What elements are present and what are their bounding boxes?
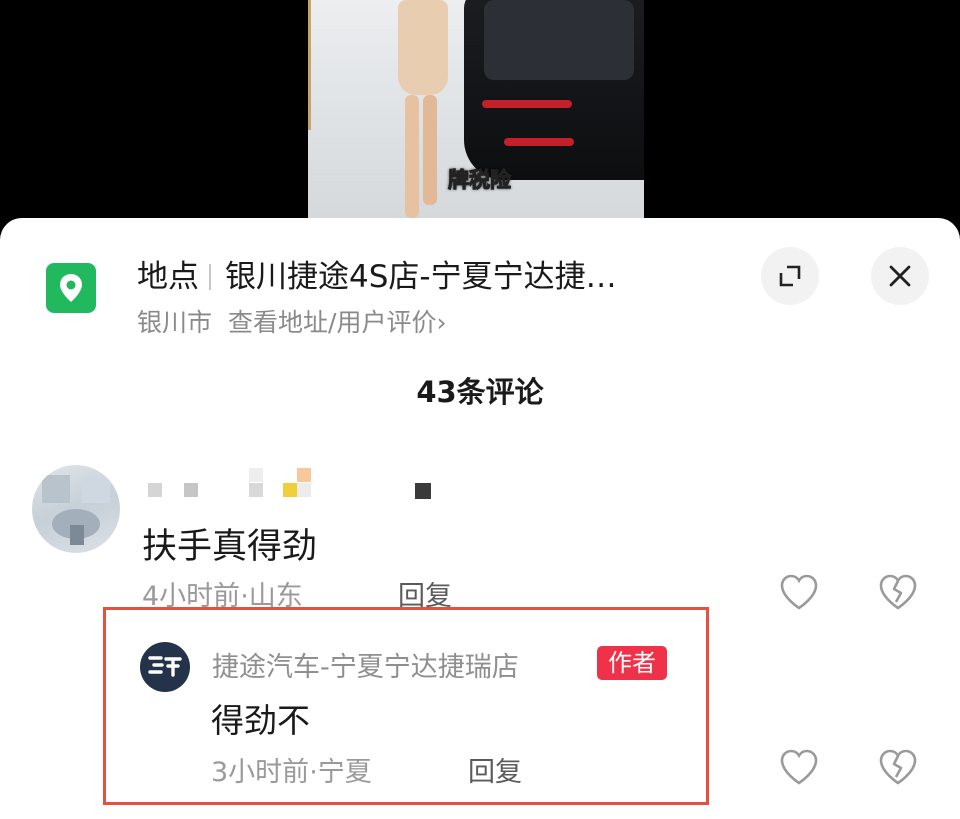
comment-text: 扶手真得劲 [142,527,318,567]
brand-avatar[interactable] [140,642,190,692]
video-caption: 牌税险 [448,168,512,193]
broken-heart-icon[interactable] [877,572,919,612]
reply-meta: 3小时前·宁夏 [211,750,372,789]
expand-button[interactable] [761,247,819,305]
location-title[interactable]: 地点 银川捷途4S店-宁夏宁达捷… [137,251,727,296]
location-label: 地点 [137,259,199,295]
heart-icon[interactable] [778,747,820,787]
comment-count: 43条评论 [416,375,544,409]
author-badge: 作者 [597,646,667,680]
brand-logo-icon [148,656,182,677]
location-subtitle[interactable]: 银川市 查看地址/用户评价› [137,303,446,339]
video-stand [308,0,359,130]
meta-separator: · [309,757,318,788]
video-frame[interactable]: 牌税险 [308,0,644,218]
broken-heart-icon[interactable] [877,747,919,787]
reply-button[interactable]: 回复 [468,750,522,789]
location-divider [209,264,211,290]
close-icon [889,265,911,287]
video-player[interactable]: 牌税险 [0,0,960,240]
location-name[interactable]: 银川捷途4S店-宁夏宁达捷… [225,259,617,295]
comment-sheet: 地点 银川捷途4S店-宁夏宁达捷… 银川市 查看地址/用户评价› 43条评论 扶手真… [0,218,960,819]
username-pixelated[interactable] [145,468,445,506]
chevron-right-icon: › [436,308,447,337]
reply-text: 得劲不 [211,701,310,740]
avatar[interactable] [32,465,120,553]
location-pin-icon[interactable] [46,263,96,313]
reply-region: 宁夏 [317,757,372,788]
location-city: 银川市 [137,308,213,337]
highlight-box [103,607,709,805]
location-link[interactable]: 查看地址/用户评价 [228,308,436,337]
heart-icon[interactable] [778,572,820,612]
video-car [464,0,644,180]
close-button[interactable] [871,247,929,305]
author-name[interactable]: 捷途汽车-宁夏宁达捷瑞店 [212,645,519,684]
reply-time: 3小时前 [211,757,310,788]
expand-icon [779,265,801,287]
